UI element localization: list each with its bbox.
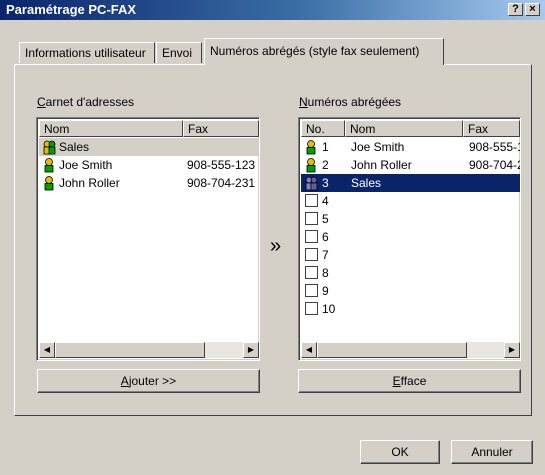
speed-dial-row[interactable]: 5 bbox=[301, 210, 520, 228]
transfer-arrows-icon: » bbox=[270, 235, 282, 257]
title-bar: Paramétrage PC-FAX ? × bbox=[0, 0, 545, 20]
label-text: uméros abrégées bbox=[307, 95, 402, 109]
close-button[interactable]: × bbox=[525, 3, 540, 16]
scroll-right-icon[interactable]: ▶ bbox=[243, 342, 259, 358]
speed-dial-row[interactable]: 10 bbox=[301, 300, 520, 318]
address-book-list[interactable]: Nom Fax Sales Joe Smith 908-555-123 John… bbox=[36, 117, 260, 361]
speed-dial-row[interactable]: 1 Joe Smith 908-555-1 bbox=[301, 138, 520, 156]
speed-dial-number: 3 bbox=[322, 176, 329, 190]
column-header-name[interactable]: Nom bbox=[39, 120, 183, 137]
speed-dial-fax: 908-704-2 bbox=[469, 158, 520, 172]
address-row[interactable]: Joe Smith 908-555-123 bbox=[39, 156, 259, 174]
speed-dial-hscrollbar[interactable]: ◀ ▶ bbox=[301, 342, 520, 358]
column-header-fax[interactable]: Fax bbox=[183, 120, 259, 137]
person-icon bbox=[44, 176, 54, 191]
speed-dial-number: 9 bbox=[322, 284, 329, 298]
address-book-label: Carnet d'adresses bbox=[37, 95, 134, 109]
ok-button[interactable]: OK bbox=[360, 440, 440, 464]
tab-user-info[interactable]: Informations utilisateur bbox=[19, 42, 155, 63]
speed-dial-row[interactable]: 6 bbox=[301, 228, 520, 246]
scroll-left-icon[interactable]: ◀ bbox=[39, 342, 55, 358]
column-header-fax[interactable]: Fax bbox=[463, 120, 520, 137]
empty-slot-checkbox[interactable] bbox=[305, 212, 318, 225]
scroll-thumb[interactable] bbox=[317, 342, 467, 358]
speed-dial-fax: 908-555-1 bbox=[469, 140, 520, 154]
address-fax: 908-555-123 bbox=[187, 158, 256, 172]
tab-label: Envoi bbox=[162, 46, 193, 60]
label-mnemonic: N bbox=[299, 95, 308, 109]
group-icon bbox=[43, 140, 56, 155]
help-button[interactable]: ? bbox=[508, 3, 523, 16]
speed-dial-name: Joe Smith bbox=[351, 140, 405, 154]
window-title: Paramétrage PC-FAX bbox=[6, 2, 137, 17]
clear-button[interactable]: Efface bbox=[298, 369, 521, 393]
address-name: Joe Smith bbox=[59, 158, 113, 172]
speed-dial-number: 5 bbox=[322, 212, 329, 226]
person-icon bbox=[306, 140, 316, 155]
empty-slot-checkbox[interactable] bbox=[305, 230, 318, 243]
empty-slot-checkbox[interactable] bbox=[305, 194, 318, 207]
speed-dial-number: 7 bbox=[322, 248, 329, 262]
address-row[interactable]: Sales bbox=[39, 138, 259, 156]
empty-slot-checkbox[interactable] bbox=[305, 284, 318, 297]
speed-dial-number: 1 bbox=[322, 140, 329, 154]
add-button[interactable]: Ajouter >> bbox=[37, 369, 260, 393]
cancel-button[interactable]: Annuler bbox=[451, 440, 533, 464]
person-icon bbox=[44, 158, 54, 173]
empty-slot-checkbox[interactable] bbox=[305, 266, 318, 279]
speed-dial-number: 4 bbox=[322, 194, 329, 208]
column-header-name[interactable]: Nom bbox=[345, 120, 463, 137]
speed-dial-row[interactable]: 8 bbox=[301, 264, 520, 282]
label-text: arnet d'adresses bbox=[45, 95, 135, 109]
button-mnemonic: E bbox=[392, 374, 401, 388]
address-fax: 908-704-231 bbox=[187, 176, 256, 190]
scroll-right-icon[interactable]: ▶ bbox=[504, 342, 520, 358]
empty-slot-checkbox[interactable] bbox=[305, 248, 318, 261]
column-header-number[interactable]: No. bbox=[301, 120, 345, 137]
speed-dial-list[interactable]: No. Nom Fax 1 Joe Smith 908-555-1 2 John Rol… bbox=[298, 117, 521, 361]
speed-dial-label: Numéros abrégées bbox=[299, 95, 401, 109]
address-row[interactable]: John Roller 908-704-231 bbox=[39, 174, 259, 192]
tab-label: Numéros abrégés (style fax seulement) bbox=[210, 44, 420, 58]
button-text: fface bbox=[400, 374, 427, 388]
speed-dial-row[interactable]: 2 John Roller 908-704-2 bbox=[301, 156, 520, 174]
scroll-left-icon[interactable]: ◀ bbox=[301, 342, 317, 358]
empty-slot-checkbox[interactable] bbox=[305, 302, 318, 315]
speed-dial-name: Sales bbox=[351, 176, 382, 190]
speed-dial-number: 8 bbox=[322, 266, 329, 280]
person-icon bbox=[306, 158, 316, 173]
speed-dial-number: 2 bbox=[322, 158, 329, 172]
address-name: John Roller bbox=[59, 176, 120, 190]
button-text: jouter >> bbox=[128, 374, 177, 388]
tab-send[interactable]: Envoi bbox=[156, 42, 202, 63]
tab-panel: Carnet d'adresses Nom Fax Sales Joe Smit… bbox=[14, 64, 532, 416]
group-icon bbox=[305, 176, 318, 191]
pcfax-settings-dialog: Paramétrage PC-FAX ? × Informations util… bbox=[0, 0, 545, 475]
label-mnemonic: C bbox=[37, 95, 46, 109]
speed-dial-name: John Roller bbox=[351, 158, 412, 172]
speed-dial-number: 10 bbox=[322, 302, 336, 316]
speed-dial-row[interactable]: 3 Sales bbox=[301, 174, 520, 192]
scroll-thumb[interactable] bbox=[55, 342, 205, 358]
speed-dial-number: 6 bbox=[322, 230, 329, 244]
button-mnemonic: A bbox=[120, 374, 129, 388]
speed-dial-row[interactable]: 9 bbox=[301, 282, 520, 300]
address-hscrollbar[interactable]: ◀ ▶ bbox=[39, 342, 259, 358]
speed-dial-row[interactable]: 7 bbox=[301, 246, 520, 264]
tab-label: Informations utilisateur bbox=[25, 46, 146, 60]
address-name: Sales bbox=[59, 140, 90, 154]
tab-speed-dial[interactable]: Numéros abrégés (style fax seulement) bbox=[204, 38, 444, 65]
speed-dial-row[interactable]: 4 bbox=[301, 192, 520, 210]
